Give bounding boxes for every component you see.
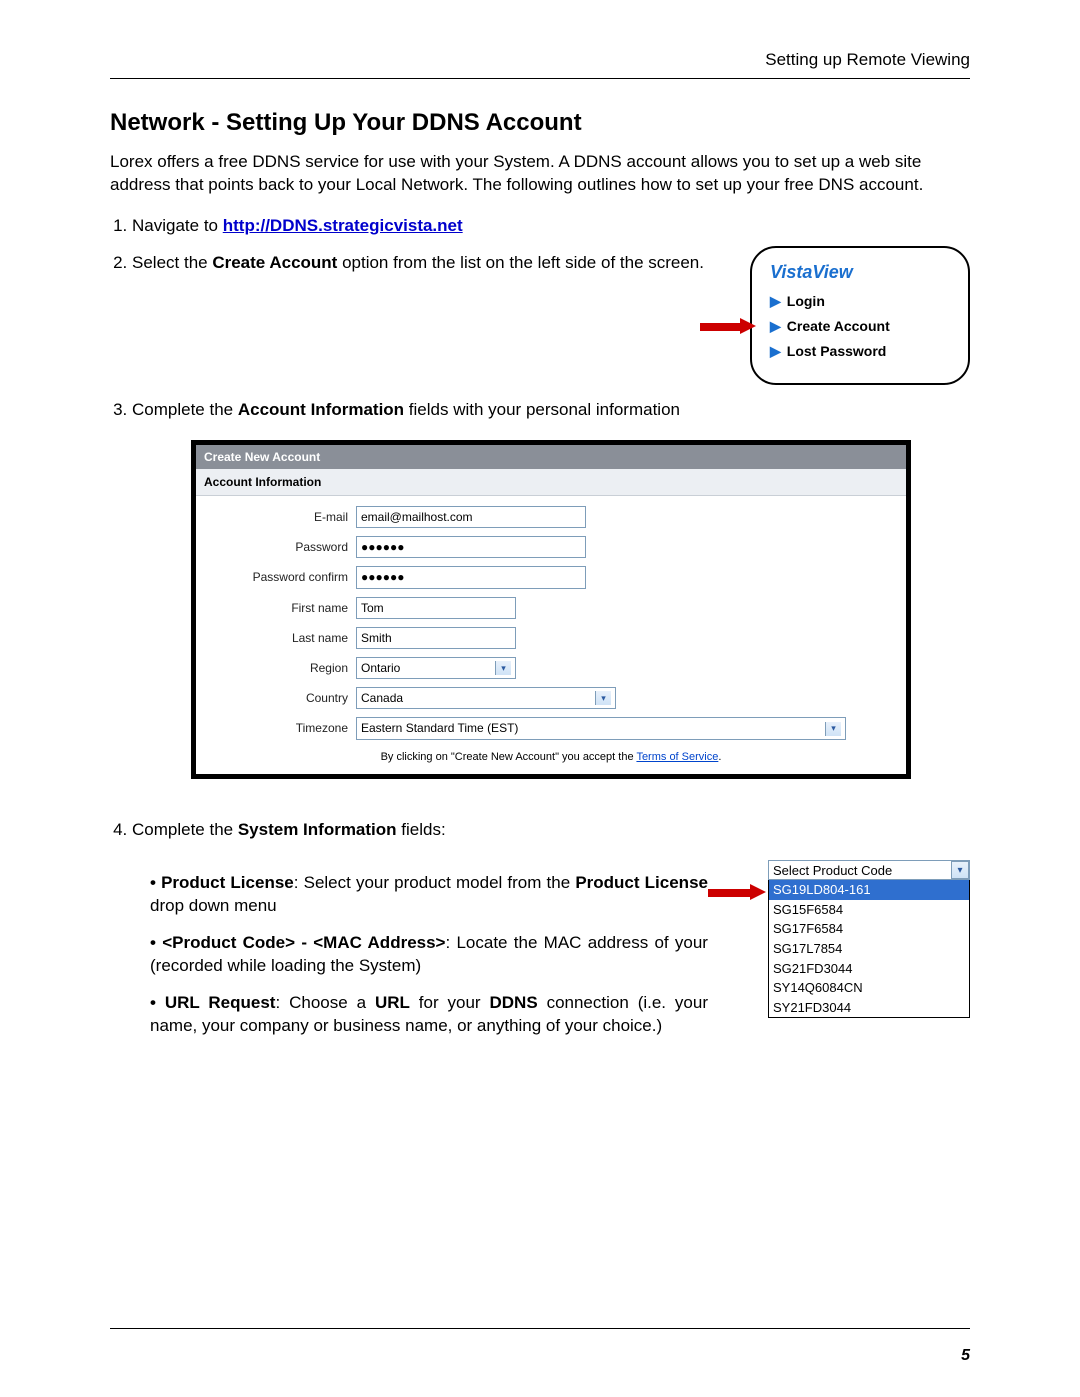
label-first-name: First name <box>196 600 356 616</box>
vistaview-item-lost-password[interactable]: ▶ Lost Password <box>770 342 950 361</box>
product-code-dropdown-screenshot: Select Product Code ▾ SG19LD804-161 SG15… <box>768 860 970 1018</box>
vistaview-menu: VistaView ▶ Login ▶ Create Account ▶ Lost P… <box>750 246 970 385</box>
bullet-text: drop down menu <box>150 896 277 915</box>
bullet-bold: URL <box>375 993 410 1012</box>
region-select[interactable]: Ontario ▾ <box>356 657 516 679</box>
triangle-icon: ▶ <box>770 318 781 334</box>
label-password: Password <box>196 539 356 555</box>
product-code-option[interactable]: SG15F6584 <box>769 900 969 920</box>
label-region: Region <box>196 660 356 676</box>
step-1-text: Navigate to <box>132 216 223 235</box>
triangle-icon: ▶ <box>770 293 781 309</box>
password-field[interactable]: ●●●●●● <box>356 536 586 558</box>
pointer-arrow-icon <box>708 884 772 900</box>
bullet-text: for your <box>410 993 490 1012</box>
step-2: Select the Create Account option from th… <box>132 252 970 385</box>
form-titlebar: Create New Account <box>196 445 906 469</box>
tos-prefix: By clicking on "Create New Account" you … <box>381 751 637 763</box>
product-code-option[interactable]: SY14Q6084CN <box>769 978 969 998</box>
create-account-form-screenshot: Create New Account Account Information E… <box>191 440 911 780</box>
vistaview-label: Create Account <box>787 318 890 334</box>
bullet-bold: Product License <box>161 873 294 892</box>
page-number: 5 <box>961 1347 970 1365</box>
step-4-text-a: Complete the <box>132 820 238 839</box>
vistaview-label: Login <box>787 293 825 309</box>
pointer-arrow-icon <box>700 318 762 334</box>
first-name-field[interactable]: Tom <box>356 597 516 619</box>
step-4-bold: System Information <box>238 820 397 839</box>
product-code-option[interactable]: SY21FD3044 <box>769 998 969 1018</box>
step-4-text-c: fields: <box>397 820 446 839</box>
intro-paragraph: Lorex offers a free DDNS service for use… <box>110 151 970 197</box>
bullet-bold: <Product Code> - <MAC Address> <box>162 933 445 952</box>
product-code-option[interactable]: SG17L7854 <box>769 939 969 959</box>
footer-rule <box>110 1328 970 1329</box>
tos-link[interactable]: Terms of Service <box>636 751 718 763</box>
product-code-option[interactable]: SG19LD804-161 <box>769 880 969 900</box>
form-section-header: Account Information <box>196 469 906 496</box>
step-2-text-a: Select the <box>132 253 212 272</box>
product-code-option[interactable]: SG21FD3044 <box>769 959 969 979</box>
step-3: Complete the Account Information fields … <box>132 399 970 780</box>
last-name-field[interactable]: Smith <box>356 627 516 649</box>
bullet-bold: DDNS <box>490 993 538 1012</box>
bullet-bold: Product License <box>575 873 708 892</box>
label-country: Country <box>196 690 356 706</box>
chevron-down-icon: ▾ <box>595 691 611 705</box>
tos-suffix: . <box>718 751 721 763</box>
product-code-options: SG19LD804-161 SG15F6584 SG17F6584 SG17L7… <box>768 880 970 1018</box>
tos-text: By clicking on "Create New Account" you … <box>196 744 906 765</box>
step-2-bold: Create Account <box>212 253 337 272</box>
chevron-down-icon: ▾ <box>495 661 511 675</box>
chevron-down-icon: ▾ <box>825 722 841 736</box>
vistaview-item-login[interactable]: ▶ Login <box>770 292 950 311</box>
label-password-confirm: Password confirm <box>196 569 356 585</box>
bullet-bold: URL Request <box>165 993 276 1012</box>
email-field[interactable]: email@mailhost.com <box>356 506 586 528</box>
ddns-link[interactable]: http://DDNS.strategicvista.net <box>223 216 463 235</box>
label-email: E-mail <box>196 509 356 525</box>
step-3-text-c: fields with your personal information <box>404 400 680 419</box>
step-2-text-c: option from the list on the left side of… <box>337 253 704 272</box>
bullet-product-license: Product License: Select your product mod… <box>150 872 708 918</box>
country-select[interactable]: Canada ▾ <box>356 687 616 709</box>
bullet-url-request: URL Request: Choose a URL for your DDNS … <box>150 992 708 1038</box>
step-4: Complete the System Information fields: … <box>132 819 970 1052</box>
bullet-text: : Choose a <box>275 993 374 1012</box>
region-value: Ontario <box>361 660 400 676</box>
timezone-select[interactable]: Eastern Standard Time (EST) ▾ <box>356 717 846 739</box>
vistaview-item-create-account[interactable]: ▶ Create Account <box>770 317 950 336</box>
header-breadcrumb: Setting up Remote Viewing <box>110 50 970 70</box>
country-value: Canada <box>361 690 403 706</box>
product-code-select[interactable]: Select Product Code ▾ <box>768 860 970 880</box>
step-1: Navigate to http://DDNS.strategicvista.n… <box>132 215 970 238</box>
page-title: Network - Setting Up Your DDNS Account <box>110 109 970 137</box>
chevron-down-icon: ▾ <box>951 861 969 879</box>
step-3-bold: Account Information <box>238 400 404 419</box>
triangle-icon: ▶ <box>770 343 781 359</box>
product-code-option[interactable]: SG17F6584 <box>769 919 969 939</box>
bullet-text: : Select your product model from the <box>294 873 576 892</box>
bullet-product-code-mac: <Product Code> - <MAC Address>: Locate t… <box>150 932 708 978</box>
label-timezone: Timezone <box>196 720 356 736</box>
vistaview-logo: VistaView <box>770 260 950 284</box>
product-code-placeholder: Select Product Code <box>773 862 892 880</box>
step-3-text-a: Complete the <box>132 400 238 419</box>
header-rule <box>110 78 970 79</box>
password-confirm-field[interactable]: ●●●●●● <box>356 566 586 588</box>
vistaview-label: Lost Password <box>787 343 887 359</box>
timezone-value: Eastern Standard Time (EST) <box>361 720 518 736</box>
label-last-name: Last name <box>196 630 356 646</box>
